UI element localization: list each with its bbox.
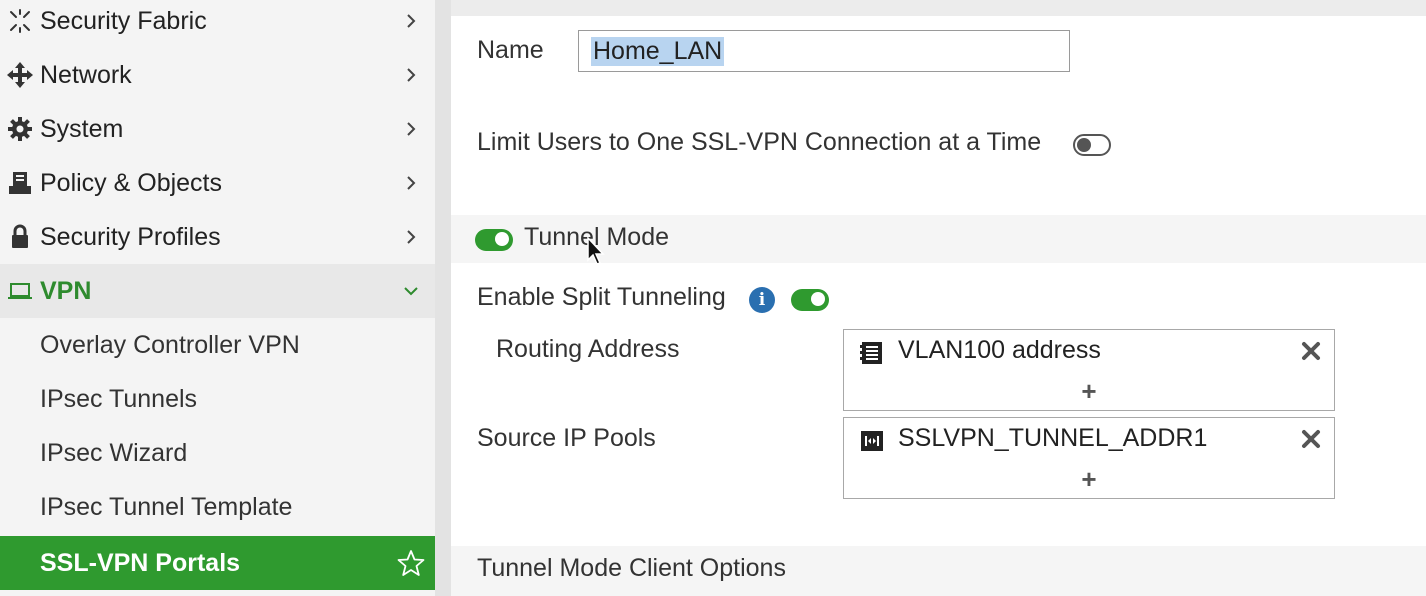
sidebar-item-network[interactable]: Network [0, 48, 435, 102]
sidebar-subitem-label: SSL-VPN Portals [40, 548, 241, 577]
routing-address-label: Routing Address [496, 335, 680, 363]
remove-icon[interactable] [1300, 340, 1322, 362]
source-ip-pools-field[interactable]: SSLVPN_TUNNEL_ADDR1 + [843, 417, 1335, 499]
sidebar-subitem-ipsec-tunnels[interactable]: IPsec Tunnels [0, 372, 435, 426]
sidebar-item-security-fabric[interactable]: Security Fabric [0, 0, 435, 48]
policy-icon [0, 170, 40, 196]
sidebar-item-label: Policy & Objects [40, 168, 223, 197]
chevron-right-icon [407, 176, 416, 190]
sidebar-subitem-overlay-controller-vpn[interactable]: Overlay Controller VPN [0, 318, 435, 372]
portal-edit-form: Name Home_LAN Limit Users to One SSL-VPN… [451, 16, 1426, 596]
name-input[interactable]: Home_LAN [578, 30, 1070, 72]
sidebar-item-label: VPN [40, 276, 92, 305]
sidebar-subitem-label: IPsec Tunnel Template [40, 492, 293, 521]
mouse-cursor-icon [587, 236, 605, 265]
chevron-right-icon [407, 68, 416, 82]
laptop-icon [0, 278, 40, 304]
split-tunneling-toggle[interactable] [791, 289, 829, 311]
panel-divider [435, 0, 451, 596]
lock-icon [0, 224, 40, 250]
sidebar-subitem-label: Overlay Controller VPN [40, 330, 300, 359]
sidebar-subitem-ssl-vpn-portals[interactable]: SSL-VPN Portals [0, 536, 435, 590]
add-routing-address-button[interactable]: + [1081, 376, 1096, 407]
sidebar-item-label: Network [40, 60, 132, 89]
sidebar-item-system[interactable]: System [0, 102, 435, 156]
sidebar: Security Fabric Network System Policy & … [0, 0, 435, 596]
sidebar-subitem-ipsec-wizard[interactable]: IPsec Wizard [0, 426, 435, 480]
source-ip-pool-entry: SSLVPN_TUNNEL_ADDR1 [898, 424, 1208, 452]
address-object-icon [860, 342, 882, 364]
chevron-right-icon [407, 122, 416, 136]
remove-icon[interactable] [1300, 428, 1322, 450]
sidebar-subitem-label: IPsec Tunnels [40, 384, 198, 413]
limit-users-label: Limit Users to One SSL-VPN Connection at… [477, 128, 1042, 156]
gear-icon [0, 116, 40, 142]
sidebar-item-label: Security Fabric [40, 6, 207, 35]
chevron-right-icon [407, 230, 416, 244]
add-source-ip-pool-button[interactable]: + [1081, 464, 1096, 495]
network-icon [0, 62, 40, 88]
name-input-value: Home_LAN [591, 36, 725, 66]
star-icon[interactable] [397, 549, 425, 577]
source-ip-pools-label: Source IP Pools [477, 424, 656, 452]
client-options-label: Tunnel Mode Client Options [477, 554, 786, 582]
sidebar-item-vpn[interactable]: VPN [0, 264, 435, 318]
name-label: Name [477, 36, 544, 64]
chevron-right-icon [407, 14, 416, 28]
split-tunneling-label: Enable Split Tunneling [477, 283, 726, 311]
sidebar-subitem-ipsec-tunnel-template[interactable]: IPsec Tunnel Template [0, 480, 435, 534]
security-fabric-icon [0, 8, 40, 34]
sidebar-item-policy-objects[interactable]: Policy & Objects [0, 156, 435, 210]
ip-range-icon [861, 431, 883, 451]
sidebar-item-label: Security Profiles [40, 222, 221, 251]
limit-users-toggle[interactable] [1073, 134, 1111, 156]
chevron-down-icon [404, 287, 418, 296]
routing-address-field[interactable]: VLAN100 address + [843, 329, 1335, 411]
sidebar-subitem-label: IPsec Wizard [40, 438, 188, 467]
routing-address-entry: VLAN100 address [898, 336, 1101, 364]
sidebar-item-label: System [40, 114, 124, 143]
tunnel-mode-toggle[interactable] [475, 229, 513, 251]
sidebar-item-security-profiles[interactable]: Security Profiles [0, 210, 435, 264]
info-icon[interactable]: i [749, 287, 775, 313]
